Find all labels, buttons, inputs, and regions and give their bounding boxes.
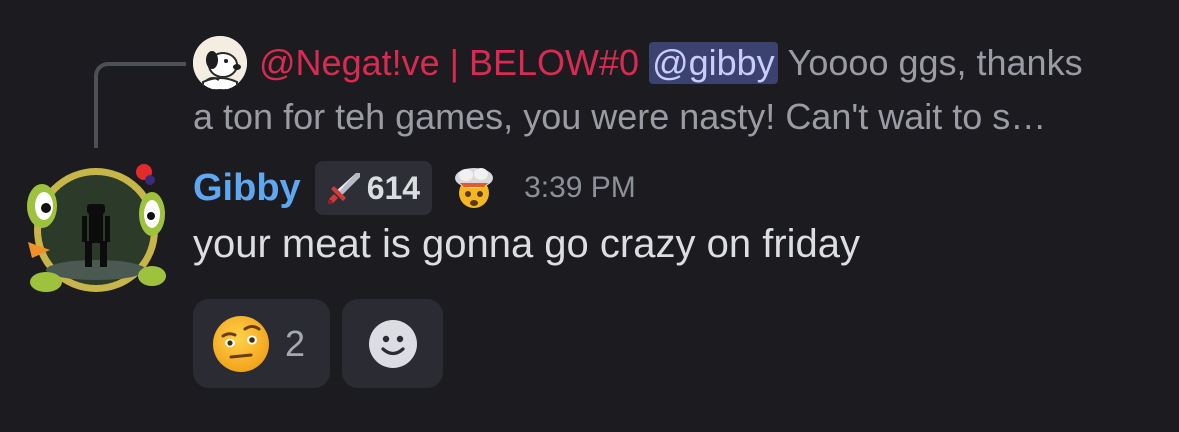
reply-text-line2[interactable]: a ton for teh games, you were nasty! Can… — [193, 96, 1046, 138]
reactions-bar: 2 — [193, 299, 443, 388]
reply-author-avatar[interactable] — [193, 36, 247, 90]
chat-message: @Negat!ve | BELOW#0 @gibby Yoooo ggs, th… — [0, 0, 1179, 432]
reaction-face-with-raised-eyebrow[interactable]: 2 — [193, 299, 330, 388]
reply-preview[interactable]: @Negat!ve | BELOW#0 @gibby Yoooo ggs, th… — [193, 36, 1083, 90]
reply-connector-line — [94, 62, 186, 148]
avatar[interactable] — [24, 158, 168, 302]
user-mention[interactable]: @gibby — [649, 42, 778, 84]
server-tag-number: 614 — [366, 169, 421, 206]
reply-text-line1: Yoooo ggs, thanks — [787, 42, 1083, 83]
exploding-head-icon — [455, 168, 494, 208]
message-header: Gibby 614 3:39 PM — [193, 160, 636, 216]
sword-icon — [327, 173, 360, 204]
smiley-add-reaction-icon — [368, 319, 417, 368]
timestamp: 3:39 PM — [524, 171, 636, 204]
message-content: your meat is gonna go crazy on friday — [193, 222, 861, 266]
server-tag-badge[interactable]: 614 — [314, 161, 433, 215]
face-with-raised-eyebrow-icon — [213, 315, 269, 372]
username[interactable]: Gibby — [193, 167, 301, 210]
reaction-count: 2 — [285, 322, 306, 364]
add-reaction-button[interactable] — [342, 299, 443, 388]
reply-author-name[interactable]: @Negat!ve | BELOW#0 — [259, 42, 639, 84]
